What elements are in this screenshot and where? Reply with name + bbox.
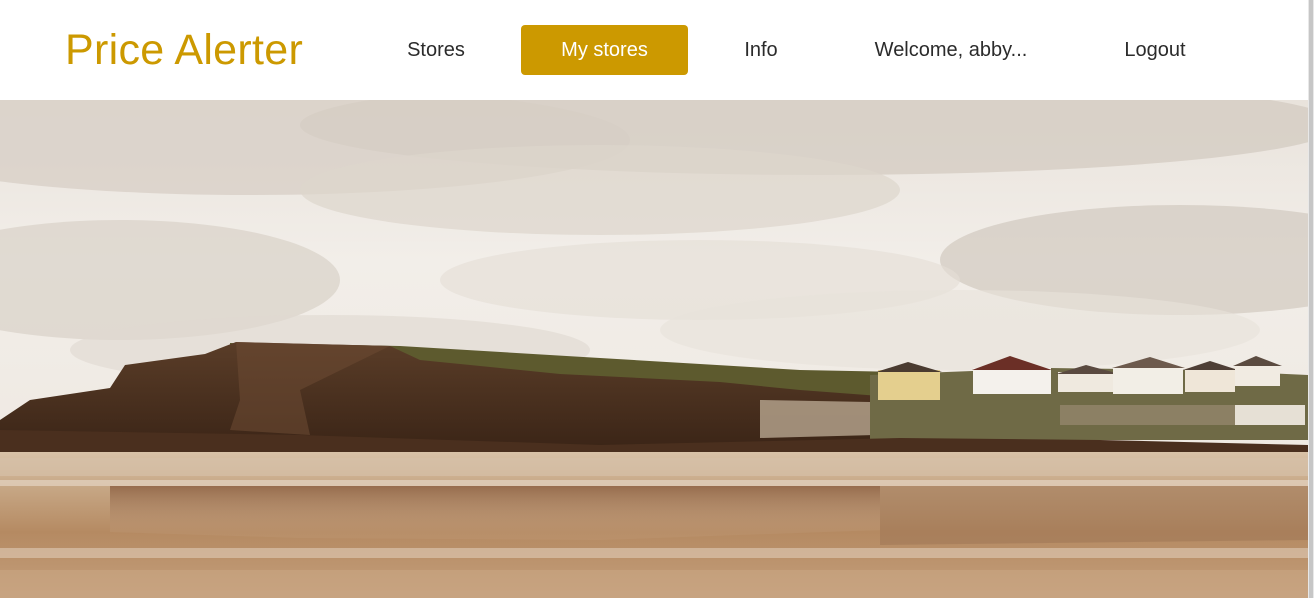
- page: Price Alerter Stores My stores Info Welc…: [0, 0, 1314, 598]
- nav-item-stores[interactable]: Stores: [390, 25, 482, 75]
- nav-item-info[interactable]: Info: [725, 25, 797, 75]
- brand-logo[interactable]: Price Alerter: [65, 24, 303, 76]
- nav-item-logout[interactable]: Logout: [1110, 25, 1200, 75]
- nav-item-welcome[interactable]: Welcome, abby...: [860, 25, 1042, 75]
- beach-landscape-image: [0, 100, 1308, 598]
- hero-image: [0, 100, 1308, 598]
- nav-item-my-stores[interactable]: My stores: [521, 25, 688, 75]
- scrollbar-thumb[interactable]: [1309, 0, 1313, 598]
- vertical-scrollbar[interactable]: [1308, 0, 1314, 598]
- navbar: Price Alerter Stores My stores Info Welc…: [0, 0, 1308, 100]
